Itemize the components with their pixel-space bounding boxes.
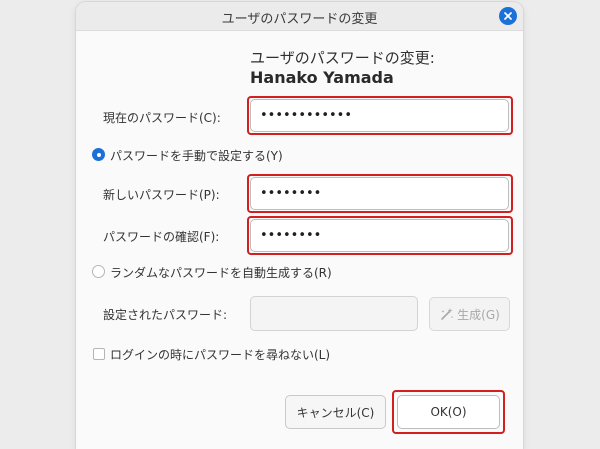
generated-password-field [250, 296, 418, 331]
auto-generate-label: ランダムなパスワードを自動生成する(R) [110, 266, 332, 280]
close-icon [504, 12, 512, 20]
close-button[interactable] [499, 7, 517, 25]
generate-button[interactable]: 生成(G) [429, 297, 510, 331]
title-bar: ユーザのパスワードの変更 [76, 2, 523, 31]
generated-password-label: 設定されたパスワード: [103, 308, 228, 322]
window-title: ユーザのパスワードの変更 [221, 12, 378, 27]
change-password-dialog: ユーザのパスワードの変更 ユーザのパスワードの変更: Hanako Yamada… [76, 2, 523, 449]
confirm-password-label: パスワードの確認(F): [103, 230, 220, 244]
dialog-heading: ユーザのパスワードの変更: [250, 49, 435, 67]
generate-button-label: 生成(G) [457, 307, 500, 322]
new-password-field[interactable]: •••••••• [250, 177, 509, 210]
manual-password-label: パスワードを手動で設定する(Y) [110, 149, 283, 163]
current-password-field[interactable]: •••••••••••• [250, 99, 509, 132]
ok-button[interactable]: OK(O) [397, 395, 500, 429]
confirm-password-field[interactable]: •••••••• [250, 219, 509, 252]
cancel-button[interactable]: キャンセル(C) [285, 395, 386, 429]
manual-password-radio[interactable] [92, 148, 105, 161]
generate-icon [441, 308, 454, 320]
current-password-label: 現在のパスワード(C): [103, 111, 221, 125]
screen: ユーザのパスワードの変更 ユーザのパスワードの変更: Hanako Yamada… [0, 0, 600, 449]
no-password-login-checkbox[interactable] [93, 348, 105, 360]
no-password-login-label: ログインの時にパスワードを尋ねない(L) [110, 348, 331, 362]
new-password-label: 新しいパスワード(P): [103, 188, 220, 202]
user-name: Hanako Yamada [250, 68, 394, 87]
auto-generate-radio[interactable] [92, 265, 105, 278]
